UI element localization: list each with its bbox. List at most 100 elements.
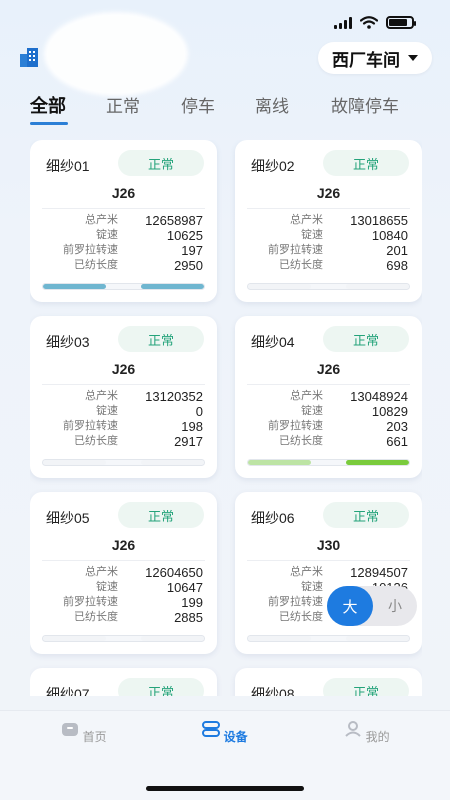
stat-label: 前罗拉转速 [268, 420, 323, 432]
device-name: 细纱04 [251, 334, 295, 350]
stat-label: 已纺长度 [279, 259, 323, 271]
status-badge: 正常 [118, 326, 204, 352]
device-model: J30 [316, 537, 341, 553]
total-meters-value: 12894507 [350, 565, 408, 580]
device-name: 细纱03 [46, 334, 90, 350]
tab-normal[interactable]: 正常 [106, 92, 140, 117]
status-badge: 正常 [118, 678, 204, 696]
device-card[interactable]: 细纱04 正常 J26 总产米 13048924 锭速 10829 前罗拉转速 203… [235, 316, 422, 478]
device-model: J26 [316, 185, 341, 201]
stat-label: 总产米 [290, 566, 323, 578]
nav-profile[interactable]: 我的 [337, 721, 397, 745]
stat-label: 前罗拉转速 [63, 420, 118, 432]
divider [247, 384, 410, 385]
device-model: J26 [111, 361, 136, 377]
divider [247, 208, 410, 209]
stat-label: 锭速 [96, 229, 118, 241]
workshop-label: 西厂车间 [332, 50, 400, 70]
front-roller-speed-value: 199 [181, 595, 203, 610]
total-meters-value: 12658987 [145, 213, 203, 228]
header-cloud-decoration [44, 12, 188, 96]
card-size-toggle[interactable]: 大 小 [327, 586, 417, 626]
device-name: 细纱02 [251, 158, 295, 174]
nav-device[interactable]: 设备 [195, 721, 255, 745]
spun-length-value: 698 [386, 258, 408, 273]
tab-parked[interactable]: 停车 [181, 92, 215, 117]
device-stats: 总产米 12658987 锭速 10625 前罗拉转速 197 已纺长度 2950 [40, 213, 203, 273]
spindle-speed-value: 0 [195, 404, 203, 419]
front-roller-speed-value: 198 [181, 419, 203, 434]
device-name: 细纱07 [46, 686, 90, 696]
device-name: 细纱01 [46, 158, 90, 174]
stat-label: 前罗拉转速 [63, 244, 118, 256]
progress-bar [42, 459, 205, 466]
stat-label: 锭速 [96, 581, 118, 593]
device-model: J26 [111, 185, 136, 201]
device-card[interactable]: 细纱03 正常 J26 总产米 13120352 锭速 0 前罗拉转速 198 已纺长… [30, 316, 217, 478]
stat-label: 已纺长度 [74, 435, 118, 447]
spun-length-value: 661 [386, 434, 408, 449]
device-name: 细纱08 [251, 686, 295, 696]
nav-profile-label: 我的 [365, 730, 390, 744]
stat-label: 总产米 [290, 390, 323, 402]
progress-bar [247, 283, 410, 290]
device-card[interactable]: 细纱02 正常 J26 总产米 13018655 锭速 10840 前罗拉转速 201… [235, 140, 422, 302]
device-model: J26 [111, 537, 136, 553]
spindle-speed-value: 10829 [371, 404, 408, 419]
stat-label: 前罗拉转速 [268, 596, 323, 608]
stat-label: 锭速 [301, 405, 323, 417]
signal-icon [334, 16, 352, 29]
profile-icon [345, 721, 362, 737]
stat-label: 已纺长度 [74, 259, 118, 271]
nav-device-label: 设备 [223, 730, 248, 744]
stat-label: 前罗拉转速 [268, 244, 323, 256]
home-indicator [146, 786, 304, 791]
status-badge: 正常 [323, 150, 409, 176]
progress-bar [42, 283, 205, 290]
stat-label: 已纺长度 [279, 435, 323, 447]
total-meters-value: 13018655 [350, 213, 408, 228]
active-tab-indicator [30, 122, 68, 125]
device-stats: 总产米 12604650 锭速 10647 前罗拉转速 199 已纺长度 2885 [40, 565, 203, 625]
battery-icon [386, 16, 416, 29]
stat-label: 总产米 [290, 214, 323, 226]
device-card[interactable]: 细纱05 正常 J26 总产米 12604650 锭速 10647 前罗拉转速 199… [30, 492, 217, 654]
divider [42, 560, 205, 561]
status-badge: 正常 [323, 678, 409, 696]
progress-bar [247, 459, 410, 466]
stat-label: 锭速 [301, 229, 323, 241]
stat-label: 锭速 [301, 581, 323, 593]
stat-label: 总产米 [85, 566, 118, 578]
spun-length-value: 2950 [174, 258, 203, 273]
workshop-selector[interactable]: 西厂车间 [318, 42, 432, 74]
device-card[interactable]: 细纱07 正常 [30, 668, 217, 696]
front-roller-speed-value: 201 [386, 243, 408, 258]
status-badge: 正常 [118, 502, 204, 528]
size-small-button[interactable]: 小 [373, 586, 417, 626]
stat-label: 已纺长度 [74, 611, 118, 623]
progress-bar [42, 635, 205, 642]
device-card[interactable]: 细纱01 正常 J26 总产米 12658987 锭速 10625 前罗拉转速 197… [30, 140, 217, 302]
status-badge: 正常 [118, 150, 204, 176]
tab-offline[interactable]: 离线 [255, 92, 289, 117]
device-card[interactable]: 细纱08 正常 [235, 668, 422, 696]
nav-home[interactable]: 首页 [54, 721, 114, 745]
total-meters-value: 13120352 [145, 389, 203, 404]
status-bar [334, 16, 416, 29]
progress-bar [247, 635, 410, 642]
stat-label: 前罗拉转速 [63, 596, 118, 608]
home-icon [62, 723, 79, 736]
spun-length-value: 2885 [174, 610, 203, 625]
front-roller-speed-value: 203 [386, 419, 408, 434]
size-large-button[interactable]: 大 [327, 586, 373, 626]
stat-label: 总产米 [85, 214, 118, 226]
tab-all[interactable]: 全部 [30, 92, 66, 118]
status-badge: 正常 [323, 502, 409, 528]
divider [247, 560, 410, 561]
front-roller-speed-value: 197 [181, 243, 203, 258]
stat-label: 总产米 [85, 390, 118, 402]
device-model: J26 [316, 361, 341, 377]
device-stats: 总产米 13120352 锭速 0 前罗拉转速 198 已纺长度 2917 [40, 389, 203, 449]
tab-fault-stop[interactable]: 故障停车 [331, 92, 399, 117]
device-card[interactable]: 细纱06 正常 J30 总产米12894507 锭速10136 前罗拉转速 已纺… [235, 492, 422, 654]
